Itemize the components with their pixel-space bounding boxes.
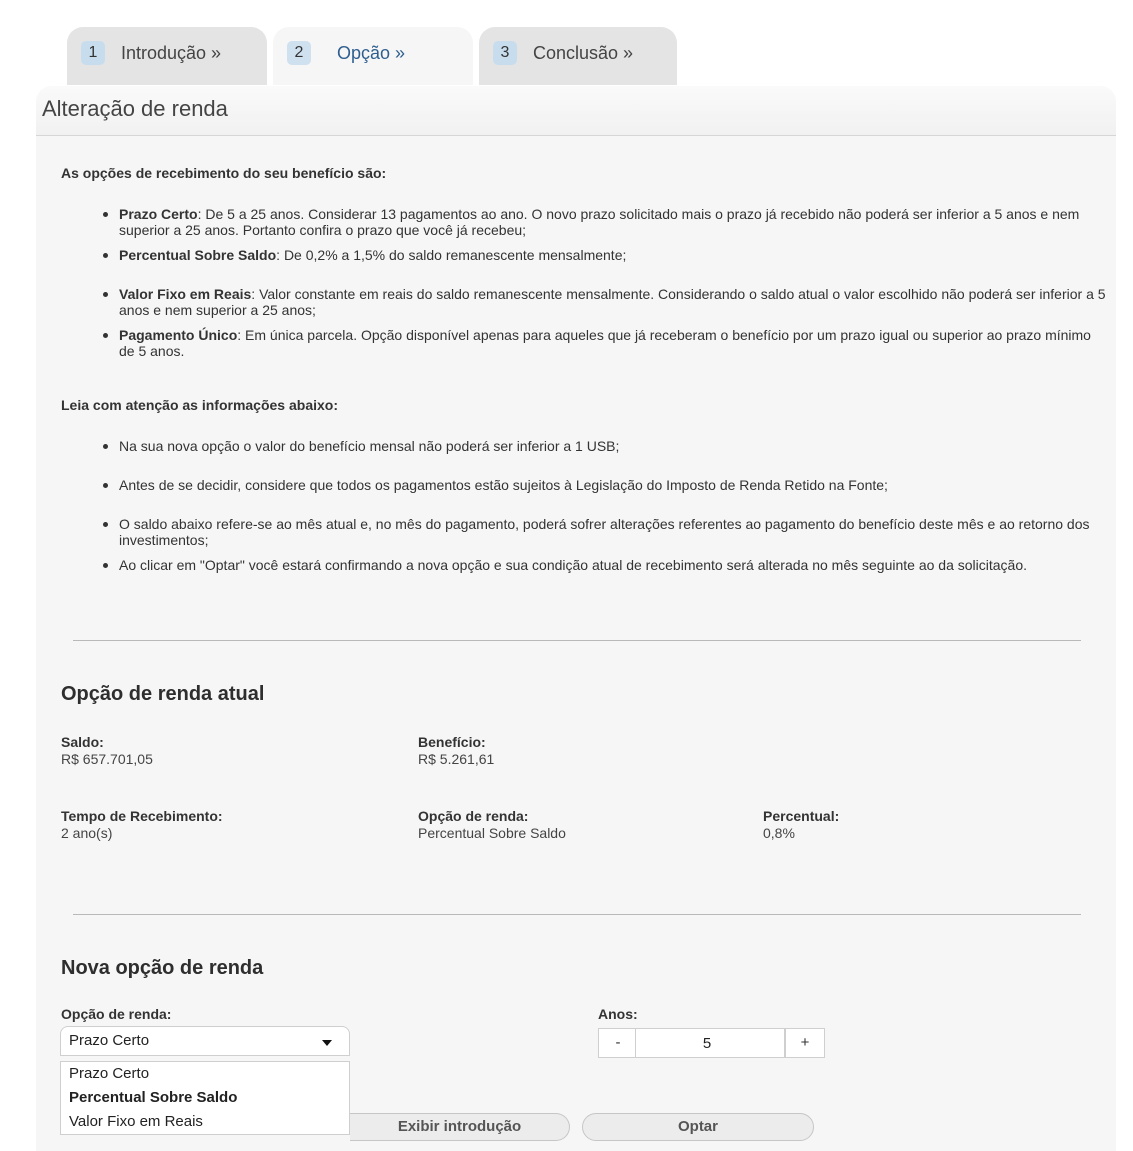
attention-title: Leia com atenção as informações abaixo:: [61, 397, 338, 413]
option-desc: : Em única parcela. Opção disponível ape…: [119, 327, 1091, 359]
list-item: Na sua nova opção o valor do benefício m…: [103, 438, 1109, 454]
tempo-value: 2 ano(s): [61, 825, 113, 841]
beneficio-value: R$ 5.261,61: [418, 751, 495, 767]
opcao-renda-dropdown: Prazo Certo Percentual Sobre Saldo Valor…: [60, 1061, 350, 1135]
percentual-value: 0,8%: [763, 825, 795, 841]
tab-label: Introdução »: [121, 43, 222, 63]
dropdown-option[interactable]: Valor Fixo em Reais: [61, 1110, 349, 1134]
list-item: Pagamento Único: Em única parcela. Opção…: [103, 327, 1109, 359]
list-item: O saldo abaixo refere-se ao mês atual e,…: [103, 516, 1109, 548]
page-title: Alteração de renda: [42, 96, 228, 121]
tab-opcao[interactable]: 2 Opção »: [273, 27, 473, 85]
options-list: Prazo Certo: De 5 a 25 anos. Considerar …: [103, 206, 1109, 359]
beneficio-field: Benefício: R$ 5.261,61: [418, 734, 494, 768]
current-option-title: Opção de renda atual: [61, 683, 265, 705]
option-name: Prazo Certo: [119, 206, 198, 222]
option-name: Valor Fixo em Reais: [119, 286, 252, 302]
select-value: Prazo Certo: [69, 1032, 150, 1049]
tempo-label: Tempo de Recebimento:: [61, 808, 223, 824]
opcao-atual-label: Opção de renda:: [418, 808, 529, 824]
chevron-down-icon: [322, 1040, 332, 1046]
divider: [73, 914, 1081, 915]
divider: [73, 640, 1081, 641]
opcao-atual-value: Percentual Sobre Saldo: [418, 825, 566, 841]
anos-input[interactable]: [635, 1028, 785, 1058]
opcao-renda-label: Opção de renda:: [61, 1006, 172, 1022]
tab-label: Opção »: [337, 43, 406, 63]
tab-number: 3: [493, 41, 517, 65]
list-item: Valor Fixo em Reais: Valor constante em …: [103, 286, 1109, 318]
decrement-button[interactable]: -: [598, 1028, 638, 1058]
list-item: Percentual Sobre Saldo: De 0,2% a 1,5% d…: [103, 247, 1109, 263]
option-desc: : De 5 a 25 anos. Considerar 13 pagament…: [119, 206, 1080, 238]
anos-label: Anos:: [598, 1006, 638, 1022]
list-item: Prazo Certo: De 5 a 25 anos. Considerar …: [103, 206, 1109, 238]
list-item: Antes de se decidir, considere que todos…: [103, 477, 1109, 493]
opcao-atual-field: Opção de renda: Percentual Sobre Saldo: [418, 808, 566, 842]
saldo-field: Saldo: R$ 657.701,05: [61, 734, 153, 768]
tab-label: Conclusão »: [533, 43, 634, 63]
new-option-title: Nova opção de renda: [61, 957, 264, 979]
saldo-value: R$ 657.701,05: [61, 751, 153, 767]
dropdown-option[interactable]: Percentual Sobre Saldo: [61, 1086, 349, 1110]
saldo-label: Saldo:: [61, 734, 104, 750]
beneficio-label: Benefício:: [418, 734, 486, 750]
exibir-introducao-button[interactable]: Exibir introdução: [350, 1113, 570, 1141]
list-item: Ao clicar em "Optar" você estará confirm…: [103, 557, 1109, 573]
tab-number: 2: [287, 41, 311, 65]
percentual-field: Percentual: 0,8%: [763, 808, 839, 842]
tab-introducao[interactable]: 1 Introdução »: [67, 27, 267, 85]
option-desc: : Valor constante em reais do saldo rema…: [119, 286, 1106, 318]
opcao-renda-select[interactable]: Prazo Certo: [60, 1026, 350, 1056]
dropdown-option[interactable]: Prazo Certo: [61, 1062, 349, 1086]
tempo-field: Tempo de Recebimento: 2 ano(s): [61, 808, 223, 842]
option-name: Percentual Sobre Saldo: [119, 247, 277, 263]
option-name: Pagamento Único: [119, 327, 238, 343]
option-desc: : De 0,2% a 1,5% do saldo remanescente m…: [276, 247, 627, 263]
attention-list: Na sua nova opção o valor do benefício m…: [103, 438, 1109, 573]
tab-number: 1: [81, 41, 105, 65]
increment-button[interactable]: +: [785, 1028, 825, 1058]
percentual-label: Percentual:: [763, 808, 840, 824]
options-intro: As opções de recebimento do seu benefíci…: [61, 165, 387, 181]
optar-button[interactable]: Optar: [582, 1113, 814, 1141]
tab-conclusao[interactable]: 3 Conclusão »: [479, 27, 677, 85]
panel-header: Alteração de renda: [36, 86, 1116, 136]
